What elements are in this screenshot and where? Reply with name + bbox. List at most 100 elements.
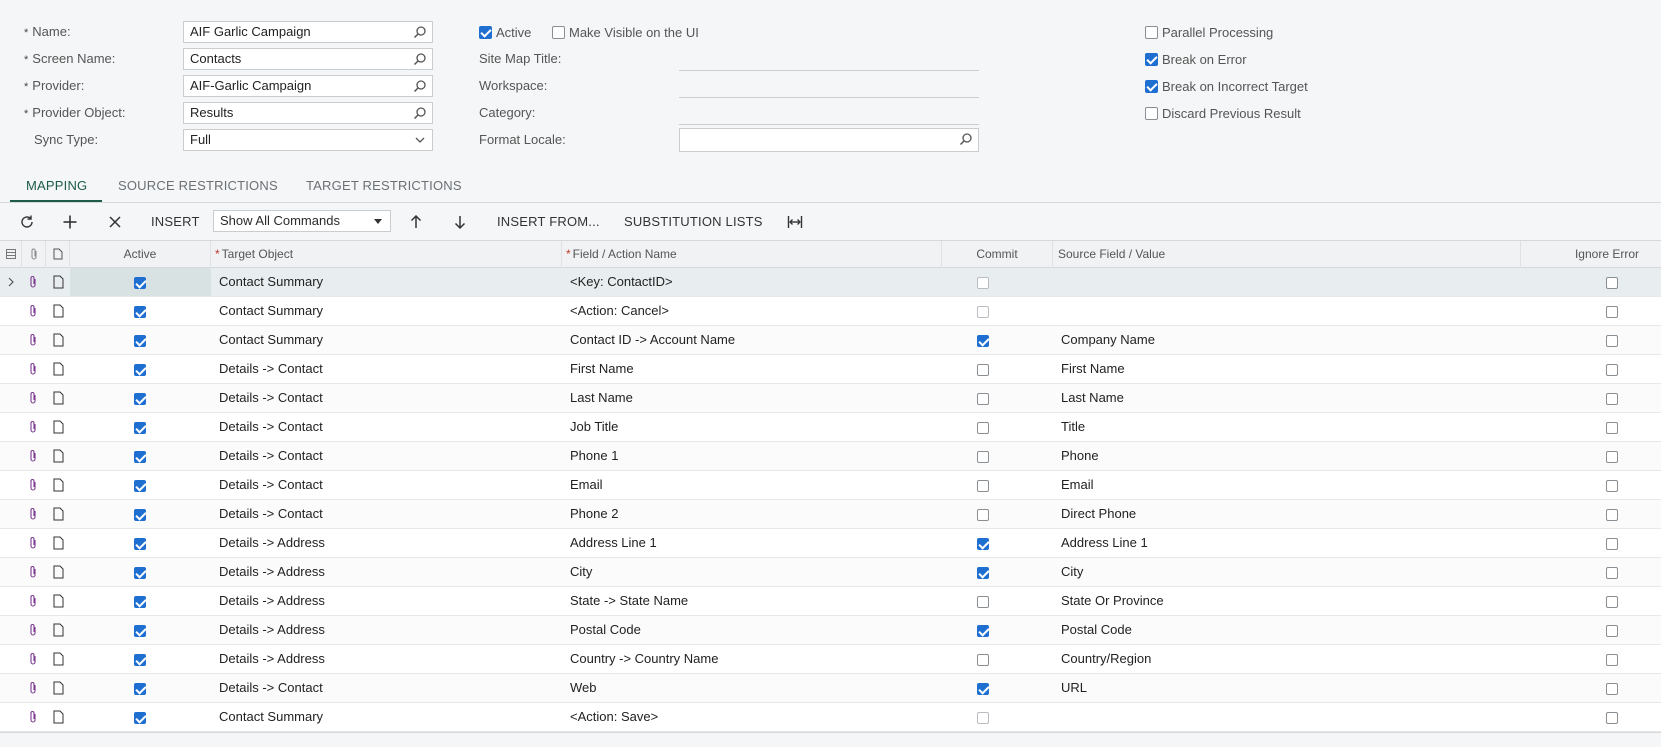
source-field-cell[interactable]: Company Name bbox=[1061, 326, 1155, 354]
active-cell[interactable] bbox=[134, 268, 146, 296]
ignore-error-cell[interactable] bbox=[1606, 268, 1618, 296]
field-action-cell[interactable]: Email bbox=[570, 471, 603, 499]
field-action-cell[interactable]: Country -> Country Name bbox=[570, 645, 718, 673]
field-action-cell[interactable]: <Action: Cancel> bbox=[570, 297, 669, 325]
commit-cell[interactable] bbox=[977, 442, 989, 470]
col-field-action[interactable]: Field / Action Name bbox=[562, 241, 942, 268]
commit-cell[interactable] bbox=[977, 326, 989, 354]
source-field-cell[interactable]: Last Name bbox=[1061, 384, 1124, 412]
search-icon[interactable] bbox=[413, 106, 427, 120]
parallel-processing-checkbox[interactable]: Parallel Processing bbox=[1145, 24, 1273, 40]
field-action-cell[interactable]: Address Line 1 bbox=[570, 529, 657, 557]
note-icon[interactable] bbox=[53, 507, 64, 521]
table-row[interactable]: Details -> Contact Web URL bbox=[0, 674, 1661, 703]
paperclip-icon[interactable] bbox=[28, 652, 38, 666]
paperclip-icon[interactable] bbox=[28, 362, 38, 376]
table-row[interactable]: Details -> Address State -> State Name S… bbox=[0, 587, 1661, 616]
ignore-error-cell[interactable] bbox=[1606, 355, 1618, 383]
target-object-cell[interactable]: Details -> Contact bbox=[219, 413, 323, 441]
active-cell[interactable] bbox=[134, 326, 146, 354]
note-icon[interactable] bbox=[53, 681, 64, 695]
field-action-cell[interactable]: Phone 2 bbox=[570, 500, 618, 528]
note-icon[interactable] bbox=[53, 652, 64, 666]
field-action-cell[interactable]: Phone 1 bbox=[570, 442, 618, 470]
table-row[interactable]: Details -> Contact Last Name Last Name bbox=[0, 384, 1661, 413]
paperclip-icon[interactable] bbox=[28, 594, 38, 608]
provider-field[interactable]: AIF-Garlic Campaign bbox=[183, 75, 433, 97]
paperclip-icon[interactable] bbox=[28, 333, 38, 347]
ignore-error-cell[interactable] bbox=[1606, 645, 1618, 673]
field-action-cell[interactable]: Contact ID -> Account Name bbox=[570, 326, 735, 354]
source-field-cell[interactable]: Phone bbox=[1061, 442, 1099, 470]
target-object-cell[interactable]: Details -> Address bbox=[219, 587, 325, 615]
paperclip-icon[interactable] bbox=[28, 478, 38, 492]
active-cell[interactable] bbox=[134, 703, 146, 731]
active-cell[interactable] bbox=[134, 500, 146, 528]
note-icon[interactable] bbox=[53, 362, 64, 376]
note-icon[interactable] bbox=[53, 536, 64, 550]
target-object-cell[interactable]: Details -> Address bbox=[219, 529, 325, 557]
screen-name-field[interactable]: Contacts bbox=[183, 48, 433, 70]
paperclip-icon[interactable] bbox=[28, 275, 38, 289]
commit-cell[interactable] bbox=[977, 500, 989, 528]
col-ignore-error[interactable]: Ignore Error bbox=[1521, 241, 1661, 268]
table-row[interactable]: Details -> Address Address Line 1 Addres… bbox=[0, 529, 1661, 558]
commit-cell[interactable] bbox=[977, 645, 989, 673]
ignore-error-cell[interactable] bbox=[1606, 500, 1618, 528]
col-commit[interactable]: Commit bbox=[942, 241, 1053, 268]
active-cell[interactable] bbox=[134, 413, 146, 441]
refresh-icon[interactable] bbox=[19, 214, 35, 230]
source-field-cell[interactable]: Postal Code bbox=[1061, 616, 1132, 644]
ignore-error-cell[interactable] bbox=[1606, 413, 1618, 441]
table-row[interactable]: Details -> Contact First Name First Name bbox=[0, 355, 1661, 384]
target-object-cell[interactable]: Details -> Address bbox=[219, 616, 325, 644]
source-field-cell[interactable]: URL bbox=[1061, 674, 1087, 702]
field-action-cell[interactable]: Postal Code bbox=[570, 616, 641, 644]
target-object-cell[interactable]: Contact Summary bbox=[219, 297, 323, 325]
source-field-cell[interactable]: Title bbox=[1061, 413, 1085, 441]
category-field[interactable] bbox=[679, 124, 979, 125]
note-icon[interactable] bbox=[53, 623, 64, 637]
ignore-error-cell[interactable] bbox=[1606, 674, 1618, 702]
active-cell[interactable] bbox=[134, 297, 146, 325]
note-icon[interactable] bbox=[53, 391, 64, 405]
sync-type-select[interactable]: Full bbox=[183, 129, 433, 151]
col-target-object[interactable]: Target Object bbox=[211, 241, 562, 268]
arrow-down-icon[interactable] bbox=[452, 214, 468, 230]
substitution-lists-button[interactable]: SUBSTITUTION LISTS bbox=[624, 205, 763, 239]
chevron-right-icon[interactable] bbox=[6, 276, 16, 288]
active-cell[interactable] bbox=[134, 674, 146, 702]
table-row[interactable]: Details -> Address Postal Code Postal Co… bbox=[0, 616, 1661, 645]
table-row[interactable]: Contact Summary Contact ID -> Account Na… bbox=[0, 326, 1661, 355]
break-on-error-checkbox[interactable]: Break on Error bbox=[1145, 51, 1247, 67]
ignore-error-cell[interactable] bbox=[1606, 616, 1618, 644]
discard-previous-result-checkbox[interactable]: Discard Previous Result bbox=[1145, 105, 1301, 121]
search-icon[interactable] bbox=[413, 52, 427, 66]
source-field-cell[interactable]: Address Line 1 bbox=[1061, 529, 1148, 557]
delete-icon[interactable] bbox=[107, 214, 123, 230]
search-icon[interactable] bbox=[413, 79, 427, 93]
commit-cell[interactable] bbox=[977, 529, 989, 557]
format-locale-field[interactable] bbox=[679, 128, 979, 152]
source-field-cell[interactable]: Direct Phone bbox=[1061, 500, 1136, 528]
target-object-cell[interactable]: Details -> Contact bbox=[219, 355, 323, 383]
field-action-cell[interactable]: Web bbox=[570, 674, 597, 702]
ignore-error-cell[interactable] bbox=[1606, 384, 1618, 412]
table-row[interactable]: Details -> Contact Phone 1 Phone bbox=[0, 442, 1661, 471]
field-action-cell[interactable]: First Name bbox=[570, 355, 634, 383]
make-visible-checkbox[interactable]: Make Visible on the UI bbox=[552, 24, 699, 40]
active-cell[interactable] bbox=[134, 355, 146, 383]
ignore-error-cell[interactable] bbox=[1606, 442, 1618, 470]
note-icon[interactable] bbox=[53, 420, 64, 434]
active-cell[interactable] bbox=[134, 529, 146, 557]
paperclip-icon[interactable] bbox=[28, 391, 38, 405]
source-field-cell[interactable]: State Or Province bbox=[1061, 587, 1164, 615]
target-object-cell[interactable]: Contact Summary bbox=[219, 268, 323, 296]
col-active[interactable]: Active bbox=[70, 241, 211, 268]
table-row[interactable]: Contact Summary <Key: ContactID> bbox=[0, 268, 1661, 297]
workspace-field[interactable] bbox=[679, 97, 979, 98]
table-row[interactable]: Details -> Contact Phone 2 Direct Phone bbox=[0, 500, 1661, 529]
note-icon[interactable] bbox=[53, 478, 64, 492]
commit-cell[interactable] bbox=[977, 587, 989, 615]
target-object-cell[interactable]: Details -> Contact bbox=[219, 471, 323, 499]
